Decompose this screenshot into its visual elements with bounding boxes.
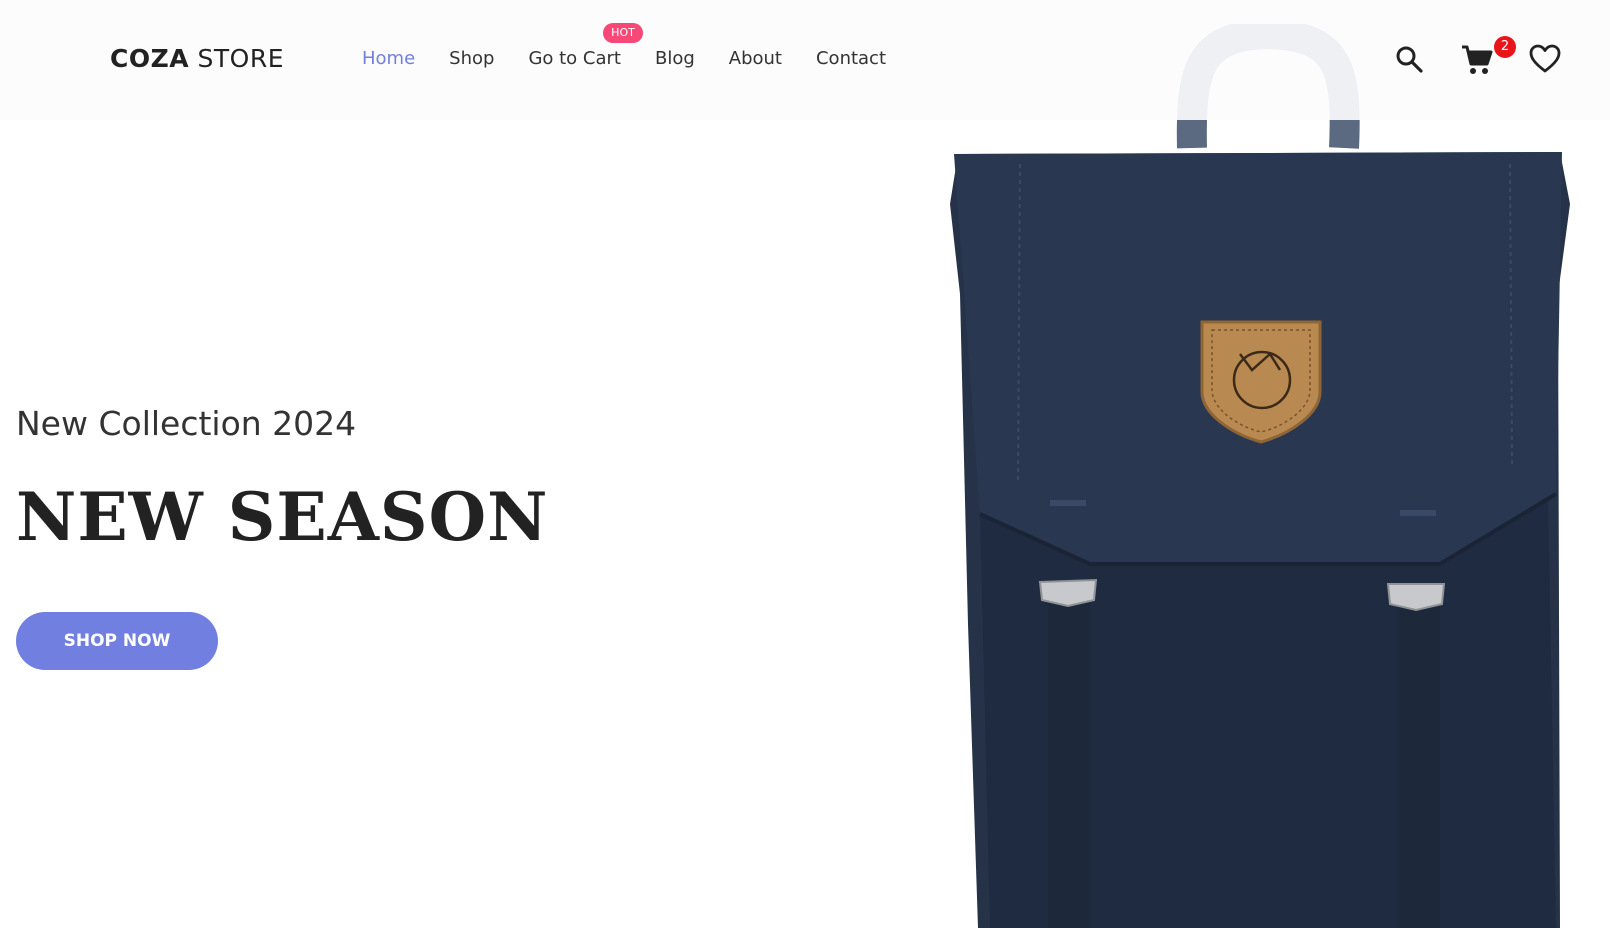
- backpack-product-image: [940, 18, 1610, 928]
- nav-about[interactable]: About: [729, 48, 782, 69]
- shop-now-button[interactable]: SHOP NOW: [16, 612, 218, 670]
- hero-subtitle: New Collection 2024: [16, 404, 357, 443]
- hero-title: NEW SEASON: [16, 478, 549, 556]
- store-logo[interactable]: COZA STORE: [110, 44, 284, 73]
- logo-bold-text: COZA: [110, 44, 190, 73]
- site-header: COZA STORE Home Shop Go to Cart Blog Abo…: [0, 0, 1610, 120]
- nav-go-to-cart[interactable]: Go to Cart: [528, 48, 621, 69]
- nav-shop[interactable]: Shop: [449, 48, 494, 69]
- hot-badge: HOT: [603, 23, 643, 43]
- search-icon[interactable]: [1394, 44, 1424, 74]
- logo-light-text: STORE: [189, 44, 285, 73]
- main-nav: Home Shop Go to Cart Blog About Contact: [362, 48, 920, 69]
- hero-subtitle-wrap: New Collection 2024: [16, 404, 356, 443]
- cart-count-badge: 2: [1494, 36, 1516, 58]
- nav-contact[interactable]: Contact: [816, 48, 886, 69]
- cart-icon[interactable]: [1460, 43, 1494, 77]
- nav-home[interactable]: Home: [362, 48, 415, 69]
- nav-blog[interactable]: Blog: [655, 48, 695, 69]
- heart-icon[interactable]: [1529, 44, 1561, 74]
